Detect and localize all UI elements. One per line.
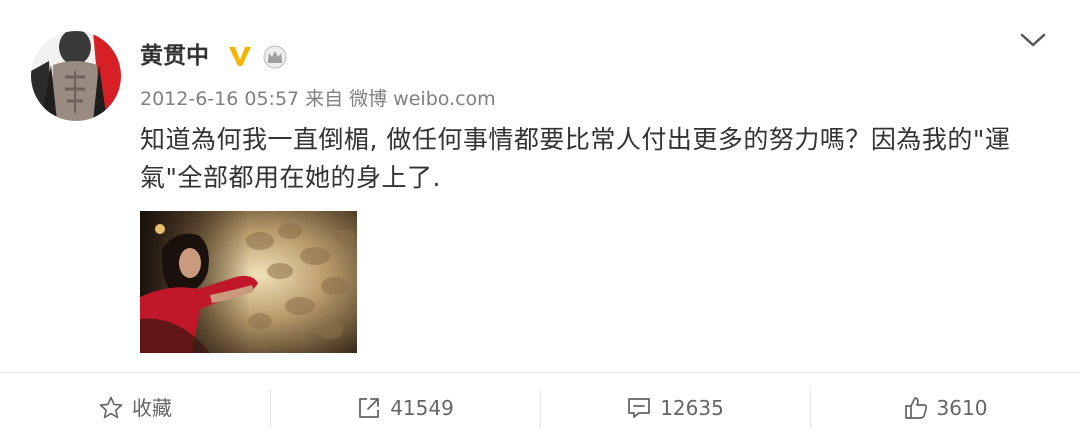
favorite-button[interactable]: 收藏 [0,373,270,443]
post-meta: 2012-6-16 05:57 来自 微博 weibo.com [140,86,502,112]
comment-button[interactable]: 12635 [540,373,810,443]
share-icon [359,398,380,418]
post-text: 知道為何我一直倒楣, 做任何事情都要比常人付出更多的努力嗎？因為我的"運氣"全部… [140,125,1011,192]
comment-count: 12635 [660,396,724,420]
repost-count: 41549 [390,396,454,420]
post-image[interactable] [140,211,357,353]
like-count: 3610 [936,396,988,420]
like-button[interactable]: 3610 [810,373,1080,443]
weibo-post-card: 黄贯中 2012-6-16 05:57 来自 微博 weibo.com 知道為何我一… [0,0,1080,442]
star-icon [99,396,123,419]
avatar-image [31,31,121,121]
source-prefix: 来自 [305,88,344,110]
thumbs-up-icon [904,397,927,419]
post-timestamp[interactable]: 2012-6-16 05:57 [140,88,299,110]
post-source[interactable]: 微博 weibo.com [349,88,496,110]
comment-icon [628,398,651,418]
action-bar: 收藏 41549 12635 3610 [0,372,1080,443]
avatar[interactable] [31,31,121,121]
chevron-down-icon[interactable] [1019,29,1047,51]
favorite-label: 收藏 [132,396,172,420]
repost-button[interactable]: 41549 [270,373,540,443]
verified-v-icon [229,47,251,66]
post-photo [140,211,357,353]
username[interactable]: 黄贯中 [140,41,209,71]
crown-icon[interactable] [262,45,288,69]
